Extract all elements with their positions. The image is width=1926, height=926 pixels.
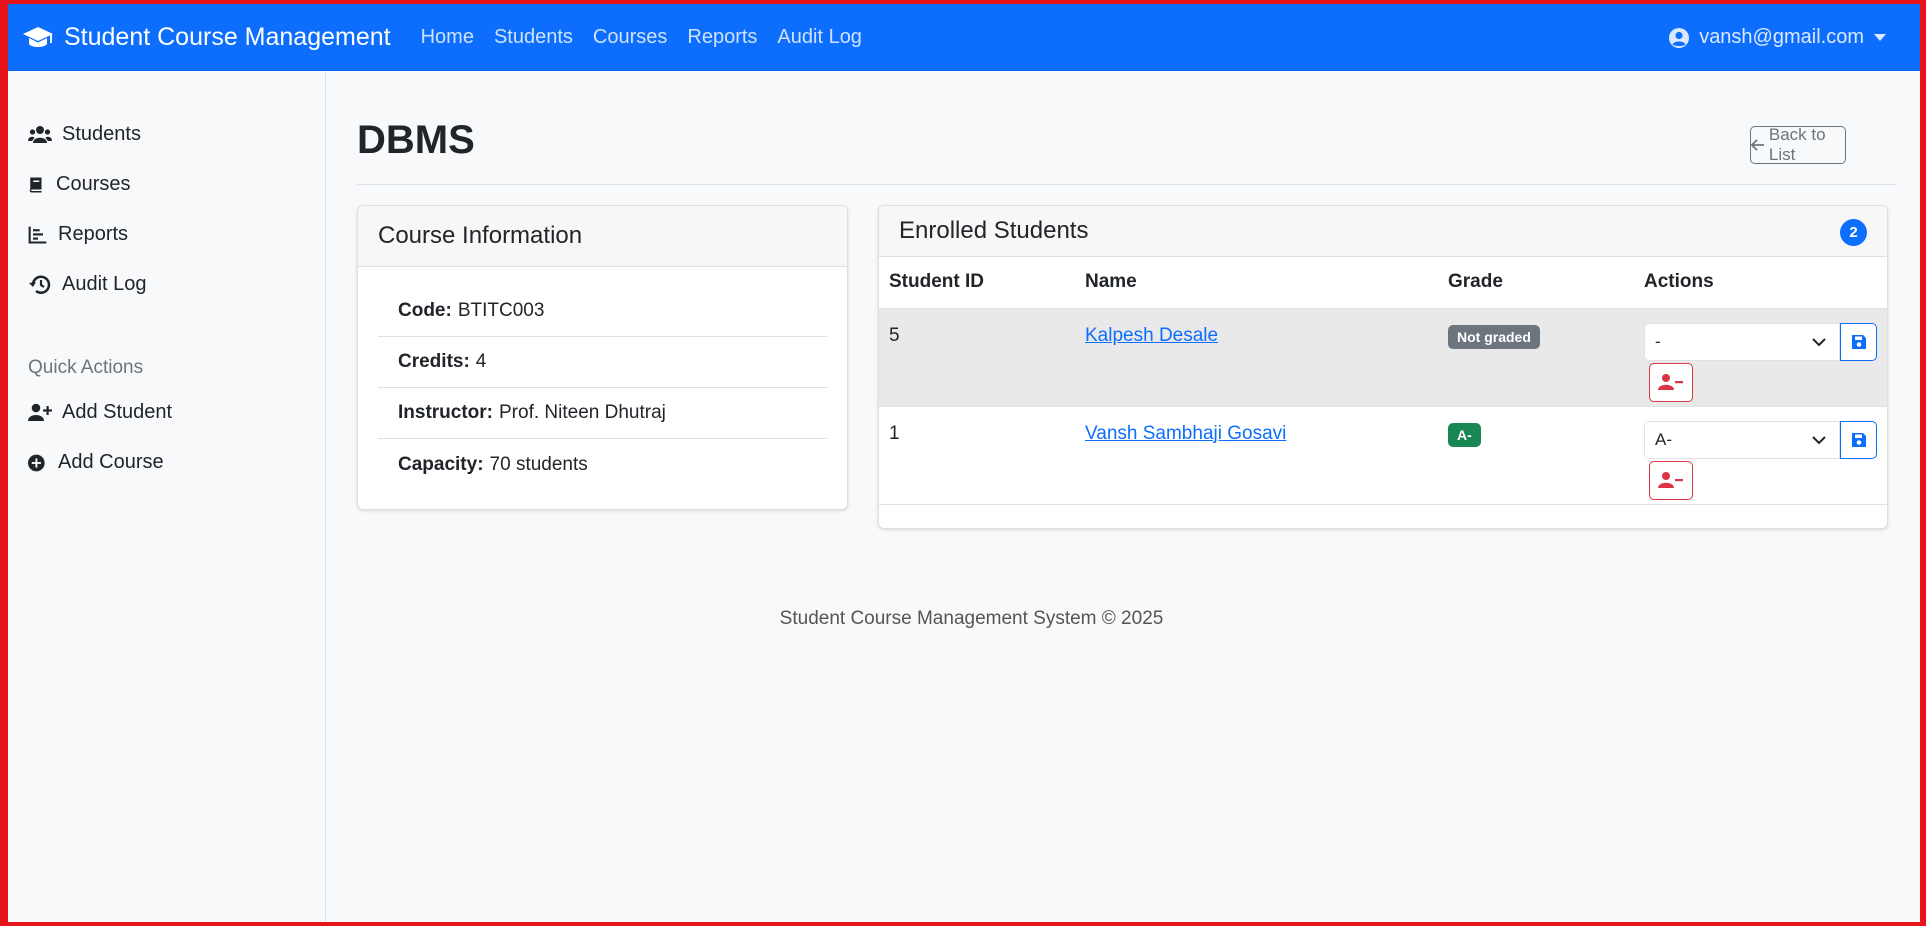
remove-student-button[interactable]: [1649, 460, 1693, 500]
caret-down-icon: [1874, 34, 1886, 41]
course-credits-row: Credits: 4: [378, 337, 827, 388]
instructor-value: Prof. Niteen Dhutraj: [499, 402, 666, 423]
top-navbar: Student Course Management Home Students …: [8, 4, 1920, 71]
sidebar-item-label: Reports: [58, 223, 129, 245]
student-id-cell: 5: [879, 308, 1075, 407]
instructor-label: Instructor:: [398, 402, 493, 423]
user-minus-icon: [1658, 472, 1683, 488]
code-label: Code:: [398, 300, 452, 321]
save-grade-button[interactable]: [1840, 420, 1877, 459]
enrolled-students-card: Enrolled Students 2 Student ID Name Grad…: [878, 205, 1888, 529]
chevron-down-icon: [1812, 435, 1826, 444]
enrolled-students-title: Enrolled Students: [899, 217, 1089, 244]
history-icon: [29, 275, 51, 294]
sidebar-item-students[interactable]: Students: [28, 123, 141, 146]
remove-student-button[interactable]: [1649, 362, 1693, 402]
nav-link-home[interactable]: Home: [421, 26, 474, 49]
add-student-link[interactable]: Add Student: [28, 401, 172, 424]
course-information-header: Course Information: [358, 206, 847, 267]
sidebar: Students Courses Reports Audit Log Quick…: [8, 71, 326, 922]
users-icon: [28, 125, 52, 143]
chevron-down-icon: [1812, 337, 1826, 346]
sidebar-item-label: Add Course: [58, 451, 164, 473]
name-cell: Kalpesh Desale: [1075, 308, 1438, 407]
student-id-cell: 1: [879, 406, 1075, 505]
quick-actions-heading: Quick Actions: [28, 357, 144, 378]
nav-links: Home Students Courses Reports Audit Log: [421, 26, 882, 49]
actions-cell: A-: [1634, 406, 1887, 505]
book-icon: [29, 177, 42, 192]
user-email: vansh@gmail.com: [1699, 26, 1864, 48]
user-plus-icon: [28, 403, 52, 421]
enrolled-students-header: Enrolled Students 2: [879, 206, 1887, 257]
save-icon: [1851, 334, 1866, 349]
nav-link-reports[interactable]: Reports: [687, 26, 757, 49]
footer-text: Student Course Management System © 2025: [779, 608, 1164, 629]
row-actions: A-: [1644, 420, 1887, 503]
sidebar-item-audit-log[interactable]: Audit Log: [28, 273, 147, 296]
grade-select[interactable]: A-: [1644, 420, 1840, 459]
grade-select-value: -: [1655, 331, 1661, 351]
app-window: Student Course Management Home Students …: [8, 4, 1920, 922]
column-header-grade: Grade: [1438, 257, 1634, 309]
column-header-name: Name: [1075, 257, 1438, 309]
course-info-list: Code: BTITC003 Credits: 4 Instructor: Pr…: [378, 286, 827, 490]
save-grade-button[interactable]: [1840, 322, 1877, 361]
capacity-label: Capacity:: [398, 453, 484, 475]
table-header-row: Student ID Name Grade Actions: [879, 257, 1887, 309]
credits-label: Credits:: [398, 351, 470, 372]
code-value: BTITC003: [457, 300, 545, 321]
course-instructor-row: Instructor: Prof. Niteen Dhutraj: [378, 388, 827, 439]
table-row: 1 Vansh Sambhaji Gosavi A- A-: [879, 406, 1887, 505]
student-name-link[interactable]: Vansh Sambhaji Gosavi: [1085, 423, 1286, 444]
grade-badge: A-: [1448, 422, 1481, 447]
graduation-cap-icon: [23, 26, 53, 47]
column-header-actions: Actions: [1634, 257, 1887, 309]
user-minus-icon: [1658, 374, 1683, 390]
user-circle-icon: [1669, 27, 1690, 48]
student-name-link[interactable]: Kalpesh Desale: [1085, 325, 1218, 346]
actions-cell: -: [1634, 308, 1887, 407]
sidebar-item-reports[interactable]: Reports: [28, 223, 128, 246]
arrow-left-icon: [1751, 139, 1764, 151]
user-menu-dropdown[interactable]: vansh@gmail.com: [1668, 4, 1886, 71]
table-row: 5 Kalpesh Desale Not graded -: [879, 308, 1887, 407]
capacity-value: 70 students: [489, 453, 588, 475]
back-to-list-button[interactable]: Back to List: [1750, 125, 1846, 164]
plus-circle-icon: [28, 454, 45, 471]
course-capacity-row: Capacity: 70 students: [378, 439, 827, 490]
nav-link-audit-log[interactable]: Audit Log: [777, 26, 862, 49]
grade-select[interactable]: -: [1644, 322, 1840, 361]
name-cell: Vansh Sambhaji Gosavi: [1075, 406, 1438, 505]
course-code-row: Code: BTITC003: [378, 286, 827, 337]
enrolled-students-table: Student ID Name Grade Actions 5 Kalpesh …: [879, 257, 1887, 505]
sidebar-item-label: Audit Log: [62, 273, 147, 295]
credits-value: 4: [475, 351, 487, 372]
sidebar-item-label: Students: [62, 123, 141, 145]
back-to-list-label: Back to List: [1768, 125, 1826, 164]
add-course-link[interactable]: Add Course: [28, 451, 164, 474]
title-divider: [357, 184, 1896, 185]
enrolled-count-badge: 2: [1840, 219, 1867, 246]
brand-title: Student Course Management: [64, 23, 391, 51]
nav-link-students[interactable]: Students: [494, 26, 573, 49]
sidebar-item-label: Add Student: [62, 401, 173, 423]
chart-bar-icon: [28, 226, 47, 244]
grade-select-value: A-: [1655, 429, 1672, 449]
column-header-student-id: Student ID: [879, 257, 1075, 309]
sidebar-item-label: Courses: [56, 173, 131, 195]
grade-cell: Not graded: [1438, 308, 1634, 407]
nav-link-courses[interactable]: Courses: [593, 26, 667, 49]
grade-cell: A-: [1438, 406, 1634, 505]
save-icon: [1851, 432, 1866, 447]
sidebar-item-courses[interactable]: Courses: [28, 173, 130, 196]
brand[interactable]: Student Course Management: [22, 23, 391, 52]
course-information-card: Course Information Code: BTITC003 Credit…: [357, 205, 848, 510]
grade-badge: Not graded: [1448, 324, 1540, 349]
row-actions: -: [1644, 322, 1887, 405]
page-title: DBMS: [357, 118, 475, 162]
